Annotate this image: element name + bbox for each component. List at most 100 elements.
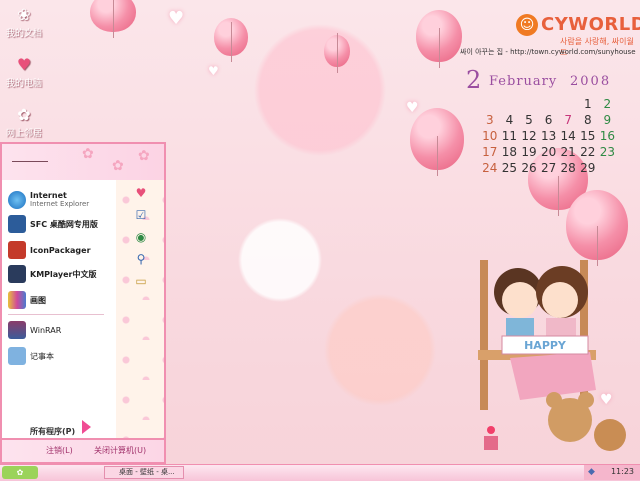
start-menu-item-iconpackager[interactable]: IconPackager [8,240,116,260]
calendar-year: 2008 [570,74,612,89]
tray-icon[interactable]: ◆ [588,467,595,477]
user-name-line [12,161,48,162]
url-line: 싸이 아꾸는 집 - http://town.cyworld.com/sunyh… [460,48,636,56]
desktop-icon-label: 我的电脑 [5,79,42,89]
calendar-day: 23 [599,145,615,159]
calendar-day [539,96,559,112]
calendar-day: 12 [521,129,537,143]
girl-face [542,282,578,318]
calendar-day: 18 [501,145,518,159]
kmplayer-icon [8,265,26,283]
menu-item-subtitle: Internet Explorer [30,200,90,208]
all-programs-button[interactable]: 所有程序(P) [30,426,75,437]
calendar-day: 5 [525,113,533,127]
computer-icon: ♥ [16,55,32,74]
calendar-day: 16 [599,129,615,143]
calendar-day: 17 [482,145,498,159]
chair-leg [480,260,488,410]
calendar-day: 4 [505,113,514,127]
calendar-day [519,96,539,112]
menu-item-title: IconPackager [30,245,91,255]
calendar-day [500,96,520,112]
checklist-icon[interactable]: ☑ [134,208,148,222]
calendar-day [558,96,578,112]
start-menu-header: ✿ ✿ ✿ [2,144,164,182]
balloon-decoration [410,108,464,176]
heart-decoration-icon: ♥ [208,64,219,78]
balloon-decoration [324,33,350,73]
sfc-icon [8,215,26,233]
cyworld-logo-icon: ☺ [516,14,538,36]
start-menu-item-paint[interactable]: 画图 [8,290,116,310]
flower-decoration-icon: ✿ [112,158,124,174]
folder-icon: ❀ [17,5,31,24]
balloon-decoration [214,18,248,62]
flower-decoration-icon: ✿ [138,148,150,164]
taskbar-button[interactable]: 桌面 - 壁纸 - 桌... [104,466,184,479]
balloon-decoration [416,10,462,68]
start-menu-item-internet[interactable]: Internet Internet Explorer [8,190,116,210]
taskbar-button-label: 桌面 - 壁纸 - 桌... [119,468,175,476]
start-menu-programs: Internet Internet Explorer SFC 桌酷网专用版 Ico… [2,180,116,442]
calendar-week-row: 24 25 26 27 28 29 [480,160,617,176]
winrar-icon [8,321,26,339]
desktop: ♥ ♥ ♥ ♥ ❀ 我的文档 ♥ 我的电脑 ✿ 网上邻居 ☺ CYWORLD 사… [0,0,640,481]
calendar-day: 28 [560,161,576,175]
desktop-icon-documents[interactable]: ❀ 我的文档 [2,5,46,40]
heart-icon[interactable]: ♥ [134,186,148,200]
start-menu-item-kmplayer[interactable]: KMPlayer中文版 [8,264,116,284]
start-menu-places: ♥ ☑ ◉ ⚲ ▭ [116,180,164,442]
start-menu-item-notepad[interactable]: 记事本 [8,346,116,366]
calendar-day: 20 [540,145,557,159]
globe-icon[interactable]: ◉ [134,230,148,244]
calendar-day: 2 [603,97,612,111]
all-programs-arrow-icon[interactable] [82,420,91,434]
paint-icon [8,291,26,309]
teddy-bear-ear [546,392,562,408]
calendar-day: 10 [482,129,498,143]
search-icon[interactable]: ⚲ [134,252,148,266]
start-menu-item-sfc[interactable]: SFC 桌酷网专用版 [8,214,116,234]
taskbar: ✿ 桌面 - 壁纸 - 桌... ◆ 11:23 [0,464,640,481]
calendar-day: 13 [540,129,557,143]
start-menu-item-winrar[interactable]: WinRAR [8,320,116,340]
calendar-week-row: 1 2 [480,96,617,112]
start-button[interactable]: ✿ [2,466,38,479]
menu-item-title: 画图 [30,295,46,305]
calendar-day: 22 [580,145,596,159]
calendar-day: 11 [501,129,518,143]
calendar-day: 14 [560,129,576,143]
calendar-day: 1 [583,97,592,111]
menu-item-title: SFC 桌酷网专用版 [30,219,98,229]
calendar-day: 7 [564,113,572,127]
menu-item-title: Internet [30,191,67,200]
calendar-day: 8 [583,113,592,127]
logoff-button[interactable]: 注销(L) [46,445,73,456]
calendar-day: 25 [501,161,518,175]
folder-icon[interactable]: ▭ [134,274,148,288]
heart-decoration-icon: ♥ [168,8,185,29]
desktop-icon-network[interactable]: ✿ 网上邻居 [2,105,46,140]
desktop-icon-label: 网上邻居 [5,129,42,139]
desktop-icon-computer[interactable]: ♥ 我的电脑 [2,55,46,90]
start-menu: ✿ ✿ ✿ Internet Internet Explorer SFC 桌酷网专… [0,142,166,464]
shutdown-button[interactable]: 关闭计算机(U) [94,445,146,456]
calendar-day [480,96,500,112]
calendar-day: 24 [482,161,498,175]
calendar-day: 27 [540,161,557,175]
calendar-week-row: 10 11 12 13 14 15 16 [480,128,617,144]
network-icon: ✿ [17,105,31,124]
calendar-grid: 1 2 3 4 5 6 7 8 9 10 11 12 13 14 15 16 1… [480,96,617,176]
calendar-day: 6 [544,113,553,127]
calendar-day: 3 [485,113,494,127]
menu-item-title: 记事本 [30,351,54,361]
brand-logo: CYWORLD [541,14,640,35]
calendar-week-row: 17 18 19 20 21 22 23 [480,144,617,160]
calendar-day: 26 [521,161,537,175]
balloon-decoration [90,0,136,38]
calendar-month-number: 2 [466,66,482,94]
flower-pot [484,436,498,450]
clock[interactable]: 11:23 [611,467,634,476]
notepad-icon [8,347,26,365]
desktop-icon-label: 我的文档 [5,29,42,39]
